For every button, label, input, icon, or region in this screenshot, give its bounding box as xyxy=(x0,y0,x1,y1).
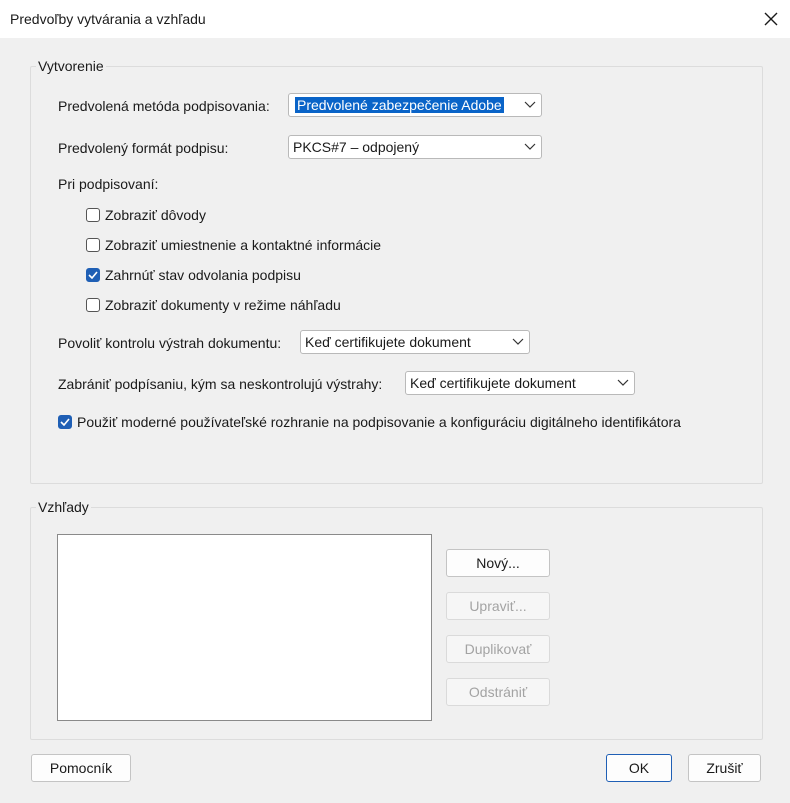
new-appearance-button[interactable]: Nový... xyxy=(446,549,550,577)
preview-mode-checkbox[interactable]: Zobraziť dokumenty v režime náhľadu xyxy=(86,297,341,313)
creation-group-label: Vytvorenie xyxy=(36,58,106,74)
chevron-down-icon xyxy=(507,331,529,353)
title-bar: Predvoľby vytvárania a vzhľadu xyxy=(0,0,790,38)
show-reasons-checkbox[interactable]: Zobraziť dôvody xyxy=(86,207,206,223)
prevent-signing-label: Zabrániť podpísaniu, kým sa neskontroluj… xyxy=(58,376,383,392)
checkbox-box[interactable] xyxy=(86,238,100,252)
signing-method-value: Predvolené zabezpečenie Adobe xyxy=(295,97,504,113)
when-signing-label: Pri podpisovaní: xyxy=(58,176,159,192)
prevent-signing-dropdown[interactable]: Keď certifikujete dokument xyxy=(405,371,635,395)
chevron-down-icon xyxy=(519,136,541,158)
appearances-group-label: Vzhľady xyxy=(36,499,91,515)
cancel-button[interactable]: Zrušiť xyxy=(688,754,761,782)
signature-format-label: Predvolený formát podpisu: xyxy=(58,140,229,156)
checkbox-box[interactable] xyxy=(86,298,100,312)
checkbox-box[interactable] xyxy=(86,268,100,282)
close-button[interactable] xyxy=(755,3,787,35)
checkbox-label: Zahrnúť stav odvolania podpisu xyxy=(105,267,301,283)
modern-ui-checkbox[interactable]: Použiť moderné používateľské rozhranie n… xyxy=(58,414,681,430)
signing-method-dropdown[interactable]: Predvolené zabezpečenie Adobe xyxy=(288,93,542,117)
duplicate-appearance-button[interactable]: Duplikovať xyxy=(446,635,550,663)
signing-method-label: Predvolená metóda podpisovania: xyxy=(58,98,270,114)
document-warnings-value: Keď certifikujete dokument xyxy=(305,334,471,350)
appearances-list[interactable] xyxy=(57,534,432,721)
ok-button[interactable]: OK xyxy=(606,754,672,782)
signature-format-dropdown[interactable]: PKCS#7 – odpojený xyxy=(288,135,542,159)
checkbox-box[interactable] xyxy=(58,415,72,429)
checkmark-icon xyxy=(88,271,98,279)
prevent-signing-value: Keď certifikujete dokument xyxy=(410,375,576,391)
signature-format-value: PKCS#7 – odpojený xyxy=(293,139,420,155)
document-warnings-label: Povoliť kontrolu výstrah dokumentu: xyxy=(58,335,282,351)
show-location-checkbox[interactable]: Zobraziť umiestnenie a kontaktné informá… xyxy=(86,237,381,253)
help-button[interactable]: Pomocník xyxy=(31,754,131,782)
chevron-down-icon xyxy=(612,372,634,394)
checkbox-label: Použiť moderné používateľské rozhranie n… xyxy=(77,414,681,430)
checkmark-icon xyxy=(60,418,70,426)
close-icon xyxy=(764,12,778,26)
chevron-down-icon xyxy=(519,94,541,116)
edit-appearance-button[interactable]: Upraviť... xyxy=(446,592,550,620)
checkbox-box[interactable] xyxy=(86,208,100,222)
window-title: Predvoľby vytvárania a vzhľadu xyxy=(10,11,206,27)
document-warnings-dropdown[interactable]: Keď certifikujete dokument xyxy=(300,330,530,354)
include-revocation-checkbox[interactable]: Zahrnúť stav odvolania podpisu xyxy=(86,267,301,283)
checkbox-label: Zobraziť dôvody xyxy=(105,207,206,223)
checkbox-label: Zobraziť umiestnenie a kontaktné informá… xyxy=(105,237,382,253)
checkbox-label: Zobraziť dokumenty v režime náhľadu xyxy=(105,297,341,313)
remove-appearance-button[interactable]: Odstrániť xyxy=(446,678,550,706)
